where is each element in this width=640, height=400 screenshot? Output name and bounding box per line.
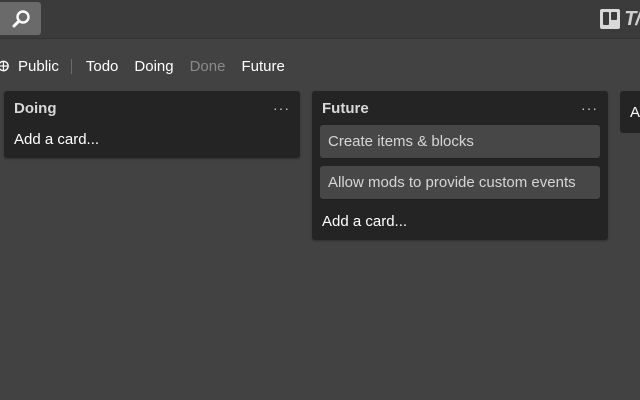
- card[interactable]: Create items & blocks: [320, 125, 600, 158]
- add-card-button[interactable]: Add a card...: [312, 207, 608, 240]
- list-title: Doing: [14, 99, 57, 117]
- list-header: Future ···: [312, 91, 608, 125]
- list-header: Doing ···: [4, 91, 300, 125]
- list-menu-icon[interactable]: ···: [581, 101, 598, 115]
- list-doing: Doing ··· Add a card...: [4, 91, 300, 158]
- add-card-button[interactable]: Add a card...: [4, 125, 300, 158]
- filter-bar: Public Todo Doing Done Future: [0, 54, 293, 78]
- magnifier-icon: [12, 9, 30, 27]
- card[interactable]: Allow mods to provide custom events: [320, 166, 600, 199]
- board-icon: [600, 9, 621, 29]
- add-list-button[interactable]: A: [620, 91, 640, 133]
- globe-icon: [0, 60, 9, 72]
- filter-todo[interactable]: Todo: [78, 58, 127, 75]
- list-title: Future: [322, 99, 369, 117]
- filter-done[interactable]: Done: [182, 58, 234, 75]
- filter-divider: [70, 58, 72, 74]
- list-menu-icon[interactable]: ···: [273, 101, 290, 115]
- search-button[interactable]: [0, 2, 41, 35]
- filter-doing[interactable]: Doing: [126, 58, 181, 75]
- brand-logo[interactable]: T/: [600, 8, 640, 30]
- list-future: Future ··· Create items & blocks Allow m…: [312, 91, 608, 240]
- top-bar: T/: [0, 0, 640, 39]
- visibility-public[interactable]: Public: [18, 58, 67, 75]
- filter-future[interactable]: Future: [233, 58, 292, 75]
- brand-text: T/: [624, 7, 640, 30]
- add-list-label: A: [630, 104, 640, 121]
